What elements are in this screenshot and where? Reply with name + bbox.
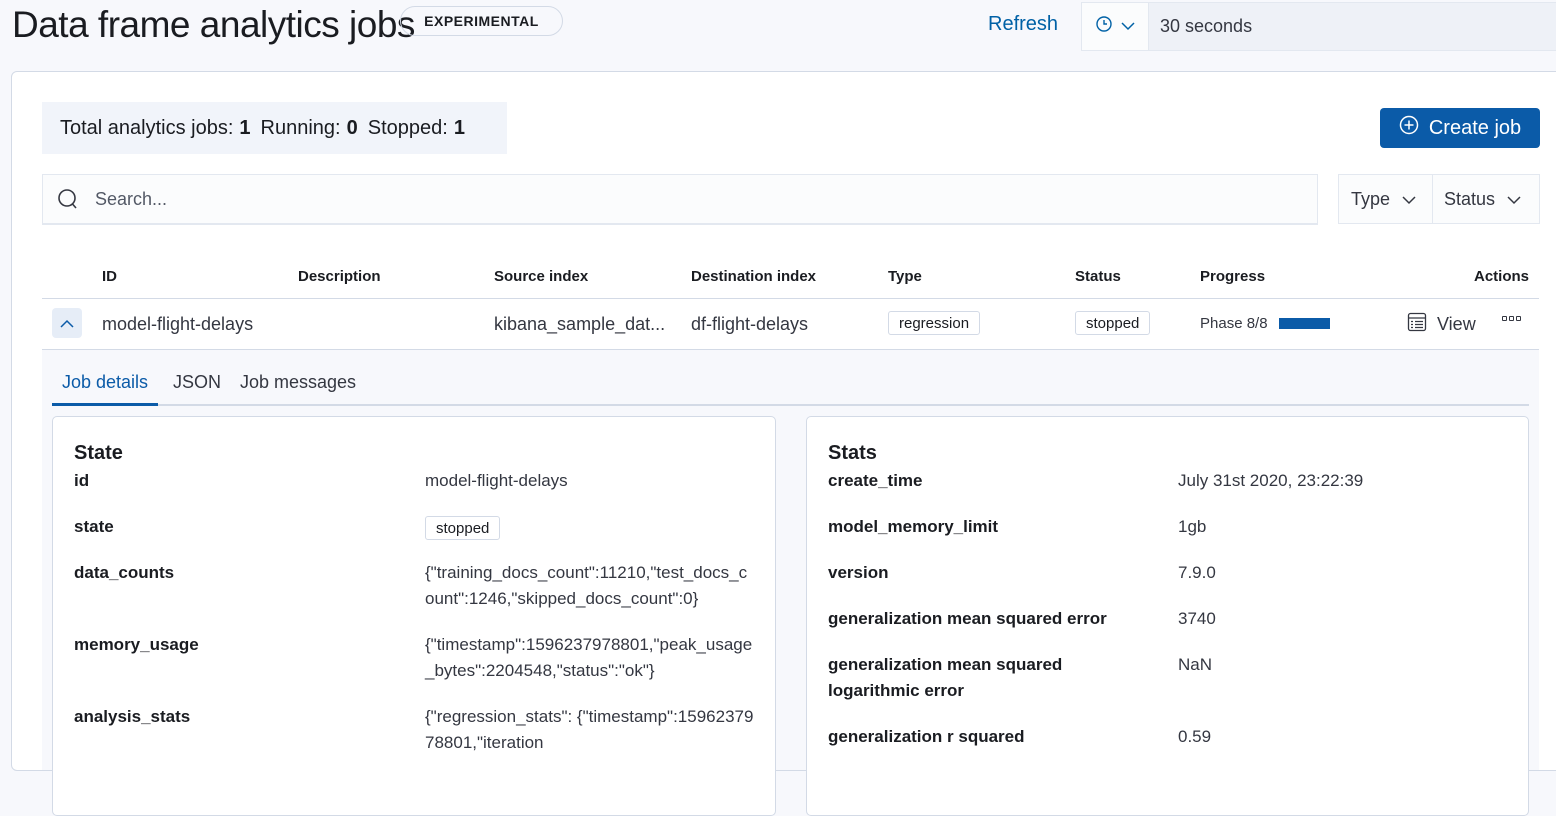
stats-label-msle: generalization mean squared logarithmic … [828, 655, 1063, 700]
table-header: ID Description Source index Destination … [42, 256, 1539, 299]
stats-value-msle: NaN [1178, 655, 1213, 674]
job-source-index: kibana_sample_dat... [494, 314, 666, 334]
plus-circle-icon [1399, 115, 1419, 141]
column-header-type[interactable]: Type [888, 268, 922, 285]
state-label-data-counts: data_counts [74, 563, 175, 582]
stats-value-mse: 3740 [1178, 609, 1216, 628]
column-header-id[interactable]: ID [102, 268, 117, 285]
refresh-interval-picker: 30 seconds [1081, 2, 1556, 51]
details-tabs: Job details JSON Job messages [52, 366, 1529, 406]
state-value-badge: stopped [425, 516, 501, 540]
chevron-up-icon [60, 313, 74, 334]
stats-card-title: Stats [828, 442, 877, 464]
refresh-button[interactable]: Refresh [988, 13, 1058, 36]
state-value-id: model-flight-delays [425, 471, 568, 490]
view-job-button[interactable]: View [1407, 312, 1476, 337]
column-header-actions: Actions [1474, 268, 1530, 285]
state-label-analysis-stats: analysis_stats [74, 707, 191, 726]
job-type-badge: regression [888, 311, 981, 335]
stats-label-r-squared: generalization r squared [828, 727, 1025, 746]
column-header-status[interactable]: Status [1075, 268, 1121, 285]
type-filter-label: Type [1351, 188, 1391, 209]
running-label: Running: [260, 116, 341, 139]
chevron-down-icon [1402, 189, 1416, 210]
table-row: model-flight-delays kibana_sample_dat...… [42, 299, 1539, 350]
table-view-icon [1407, 312, 1427, 337]
view-label: View [1437, 314, 1476, 334]
stats-value-version: 7.9.0 [1178, 563, 1216, 582]
state-card: State id model-flight-delays state stopp… [52, 416, 776, 816]
more-actions-button[interactable] [1502, 316, 1521, 321]
create-job-button[interactable]: Create job [1380, 108, 1540, 148]
job-stats-bar: Total analytics jobs: 1 Running: 0 Stopped… [42, 102, 507, 154]
status-filter-button[interactable]: Status [1433, 175, 1539, 223]
column-header-source-index[interactable]: Source index [494, 268, 588, 285]
column-header-description[interactable]: Description [298, 268, 381, 285]
create-job-label: Create job [1428, 116, 1522, 139]
stats-value-create-time: July 31st 2020, 23:22:39 [1178, 471, 1364, 490]
dots-icon [1502, 316, 1507, 321]
page-header: Data frame analytics jobs EXPERIMENTAL R… [0, 0, 1556, 55]
chevron-down-icon [1507, 189, 1521, 210]
state-value-memory-usage: {"timestamp":1596237978801,"peak_usage_b… [425, 635, 753, 680]
state-value-analysis-stats: {"regression_stats": {"timestamp":159623… [425, 707, 754, 752]
stats-label-mse: generalization mean squared error [828, 609, 1107, 628]
state-card-title: State [74, 442, 123, 464]
job-status-badge: stopped [1075, 311, 1151, 335]
experimental-badge: EXPERIMENTAL [400, 6, 563, 36]
page-title: Data frame analytics jobs [12, 4, 415, 45]
state-label-state: state [74, 517, 114, 536]
progress-bar-fill [1279, 318, 1330, 329]
search-input[interactable] [93, 187, 1193, 211]
progress-bar [1279, 318, 1330, 329]
search-icon [57, 188, 79, 210]
filter-group: Type Status [1338, 174, 1540, 224]
refresh-interval-value[interactable]: 30 seconds [1149, 3, 1252, 50]
status-filter-label: Status [1444, 188, 1496, 209]
column-header-destination-index[interactable]: Destination index [691, 268, 816, 285]
stats-label-model-memory-limit: model_memory_limit [828, 517, 999, 536]
progress-label: Phase 8/8 [1200, 315, 1268, 332]
type-filter-button[interactable]: Type [1339, 175, 1433, 223]
search-box [42, 174, 1318, 224]
state-label-id: id [74, 471, 90, 490]
dots-icon-part [1509, 316, 1514, 321]
collapse-row-button[interactable] [52, 308, 82, 338]
state-value-data-counts: {"training_docs_count":11210,"test_docs_… [425, 563, 748, 608]
stats-value-model-memory-limit: 1gb [1178, 517, 1207, 536]
clock-icon [1095, 15, 1113, 38]
state-label-memory-usage: memory_usage [74, 635, 199, 654]
tab-job-messages[interactable]: Job messages [230, 372, 366, 406]
quick-refresh-menu-button[interactable] [1082, 3, 1149, 50]
total-jobs-label: Total analytics jobs: [60, 116, 234, 139]
job-id: model-flight-delays [102, 314, 254, 334]
stats-label-version: version [828, 563, 889, 582]
tab-json[interactable]: JSON [163, 372, 231, 406]
tab-job-details[interactable]: Job details [52, 372, 159, 406]
stats-card: Stats create_time July 31st 2020, 23:22:… [806, 416, 1529, 816]
stopped-label: Stopped: [367, 116, 448, 139]
job-destination-index: df-flight-delays [691, 314, 809, 334]
total-jobs-count: 1 [239, 116, 251, 139]
stats-label-create-time: create_time [828, 471, 923, 490]
column-header-progress: Progress [1200, 268, 1266, 285]
running-count: 0 [346, 116, 358, 139]
dots-icon-part [1516, 316, 1521, 321]
stats-value-r-squared: 0.59 [1178, 727, 1212, 746]
chevron-down-icon [1121, 18, 1135, 36]
stopped-count: 1 [453, 116, 465, 139]
